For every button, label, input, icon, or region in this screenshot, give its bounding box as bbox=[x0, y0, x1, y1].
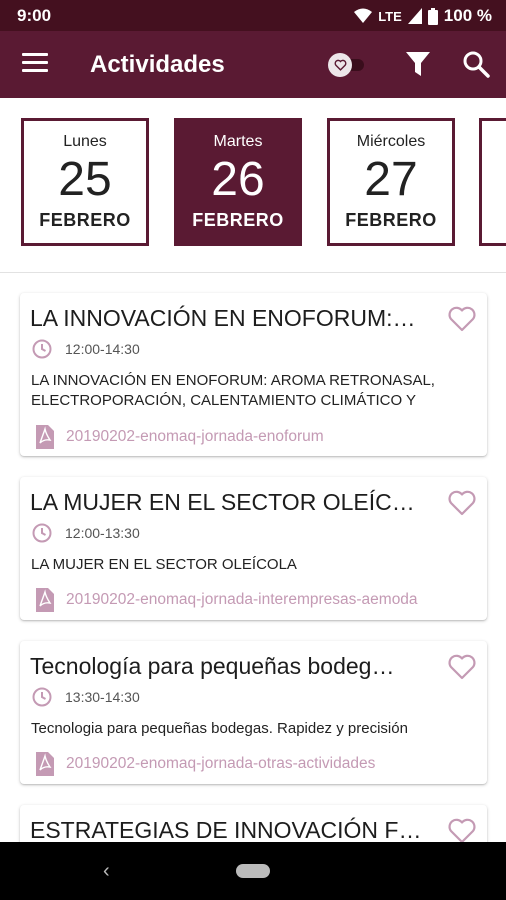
day-name: Lunes bbox=[63, 133, 107, 150]
clock-icon bbox=[32, 523, 52, 543]
clock-icon bbox=[32, 339, 52, 359]
activity-time-row: 12:00-14:30 bbox=[32, 339, 140, 359]
activity-title: LA INNOVACIÓN EN ENOFORUM:… bbox=[30, 305, 416, 331]
wifi-icon bbox=[354, 8, 373, 23]
favorite-heart-icon[interactable] bbox=[447, 817, 477, 845]
favorite-heart-icon[interactable] bbox=[447, 653, 477, 681]
favorites-toggle[interactable] bbox=[328, 51, 368, 77]
file-name: 20190202-enomaq-jornada-enoforum bbox=[66, 428, 324, 445]
pdf-attachment[interactable]: 20190202-enomaq-jornada-otras-actividade… bbox=[34, 751, 375, 777]
activity-description: LA MUJER EN EL SECTOR OLEÍCOLA bbox=[31, 556, 297, 573]
activity-title: ESTRATEGIAS DE INNOVACIÓN F… bbox=[30, 817, 422, 843]
file-name: 20190202-enomaq-jornada-otras-actividade… bbox=[66, 755, 376, 772]
signal-icon bbox=[407, 8, 422, 24]
day-month: FEBRERO bbox=[39, 210, 131, 230]
status-time: 9:00 bbox=[17, 6, 52, 25]
day-selector[interactable]: Lunes 25 FEBRERO Martes 26 FEBRERO Miérc… bbox=[0, 98, 506, 273]
activity-time: 13:30-14:30 bbox=[65, 689, 140, 705]
activity-title: Tecnología para pequeñas bodeg… bbox=[30, 653, 395, 679]
clock-icon bbox=[32, 687, 52, 707]
activity-title: LA MUJER EN EL SECTOR OLEÍC… bbox=[30, 489, 415, 515]
status-bar: 9:00 LTE 100 % bbox=[0, 0, 506, 31]
activity-description: Tecnologia para pequeñas bodegas. Rapide… bbox=[31, 720, 408, 737]
day-tab-next[interactable] bbox=[479, 118, 506, 246]
pdf-attachment[interactable]: 20190202-enomaq-jornada-interempresas-ae… bbox=[34, 587, 418, 613]
day-month: FEBRERO bbox=[192, 210, 284, 230]
activity-time: 12:00-14:30 bbox=[65, 341, 140, 357]
day-number: 25 bbox=[58, 153, 112, 206]
activity-time-row: 13:30-14:30 bbox=[32, 687, 140, 707]
file-name: 20190202-enomaq-jornada-interempresas-ae… bbox=[66, 591, 418, 608]
activity-time-row: 12:00-13:30 bbox=[32, 523, 140, 543]
heart-icon bbox=[328, 53, 352, 77]
day-tab-wednesday[interactable]: Miércoles 27 FEBRERO bbox=[327, 118, 455, 246]
pdf-icon bbox=[36, 752, 54, 776]
day-name: Martes bbox=[213, 133, 263, 150]
pdf-attachment[interactable]: 20190202-enomaq-jornada-enoforum bbox=[34, 424, 324, 450]
status-icons: LTE 100 % bbox=[354, 6, 492, 26]
activity-description: LA INNOVACIÓN EN ENOFORUM: AROMA RETRONA… bbox=[31, 372, 435, 409]
day-month: FEBRERO bbox=[345, 210, 437, 230]
home-pill-icon[interactable] bbox=[236, 864, 270, 878]
day-number: 27 bbox=[364, 153, 418, 206]
activity-card[interactable]: Tecnología para pequeñas bodeg… 13:30-14… bbox=[20, 641, 487, 784]
battery-icon bbox=[427, 7, 438, 25]
activity-card[interactable]: LA INNOVACIÓN EN ENOFORUM:… 12:00-14:30 … bbox=[20, 293, 487, 456]
activity-time: 12:00-13:30 bbox=[65, 525, 140, 541]
menu-icon[interactable] bbox=[22, 53, 48, 75]
battery-label: 100 % bbox=[443, 6, 492, 25]
day-number: 26 bbox=[211, 153, 265, 206]
app-bar: Actividades bbox=[0, 31, 506, 98]
page-title: Actividades bbox=[90, 51, 225, 78]
search-icon[interactable] bbox=[462, 50, 490, 78]
favorite-heart-icon[interactable] bbox=[447, 489, 477, 517]
day-tab-tuesday[interactable]: Martes 26 FEBRERO bbox=[174, 118, 302, 246]
filter-icon[interactable] bbox=[405, 50, 431, 78]
day-tab-monday[interactable]: Lunes 25 FEBRERO bbox=[21, 118, 149, 246]
favorite-heart-icon[interactable] bbox=[447, 305, 477, 333]
back-icon[interactable]: ‹ bbox=[103, 860, 110, 883]
pdf-icon bbox=[36, 425, 54, 449]
system-nav-bar: ‹ bbox=[0, 842, 506, 900]
pdf-icon bbox=[36, 588, 54, 612]
network-label: LTE bbox=[378, 8, 402, 24]
day-name: Miércoles bbox=[356, 133, 426, 150]
activity-card[interactable]: LA MUJER EN EL SECTOR OLEÍC… 12:00-13:30… bbox=[20, 477, 487, 620]
